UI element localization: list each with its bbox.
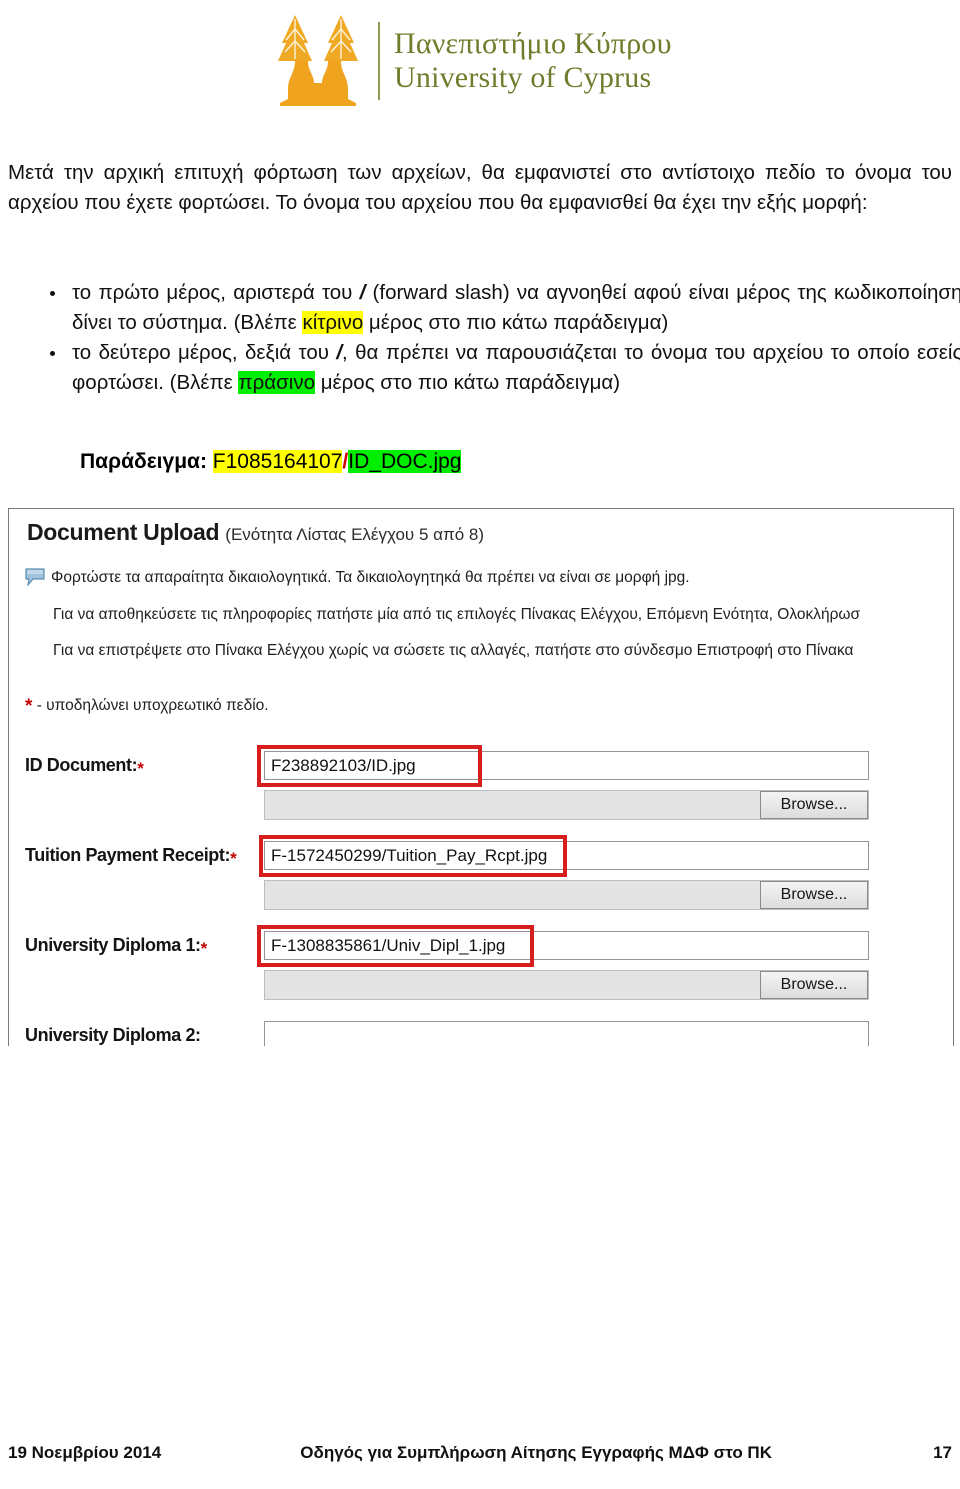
example-code-prefix: F1085164107: [212, 450, 343, 473]
field-label-text: University Diploma 1:: [25, 935, 201, 955]
bullet-0-text-part3: μέρος στο πιο κάτω παράδειγμα): [363, 311, 669, 334]
footer-page-number: 17: [933, 1443, 952, 1462]
list-item: το δεύτερο μέρος, δεξιά του /, θα πρέπει…: [50, 338, 960, 398]
intro-paragraph: Μετά την αρχική επιτυχή φόρτωση των αρχε…: [8, 161, 952, 214]
form-row-university-diploma-2: University Diploma 2:: [9, 1015, 953, 1046]
bullet-1-highlight: πράσινο: [238, 371, 315, 394]
example-code-suffix: ID_DOC.jpg: [348, 450, 462, 473]
field-label-text: ID Document:: [25, 755, 138, 775]
form-row-tuition-payment-receipt: Tuition Payment Receipt:* F-1572450299/T…: [9, 835, 953, 925]
bullet-0-text-part1: το πρώτο μέρος, αριστερά του: [72, 281, 360, 304]
comment-bubble-icon: [25, 568, 45, 586]
university-logo: Πανεπιστήμιο Κύπρου University of Cyprus: [262, 8, 672, 113]
list-item: το πρώτο μέρος, αριστερά του / (forward …: [50, 278, 960, 338]
logo-divider: [378, 21, 380, 100]
footer-date: 19 Νοεμβρίου 2014: [8, 1443, 162, 1462]
tuition-payment-receipt-file-picker[interactable]: Browse...: [264, 880, 869, 910]
id-document-file-picker[interactable]: Browse...: [264, 790, 869, 820]
form-row-university-diploma-1: University Diploma 1:* F-1308835861/Univ…: [9, 925, 953, 1015]
footer-title: Οδηγός για Συμπλήρωση Αίτησης Εγγραφής Μ…: [300, 1443, 772, 1462]
page-footer: 19 Νοεμβρίου 2014 Οδηγός για Συμπλήρωση …: [8, 1443, 952, 1463]
bullet-0-highlight: κίτρινο: [302, 311, 364, 334]
required-legend-text: - υποδηλώνει υποχρεωτικό πεδίο.: [36, 697, 269, 714]
field-required-asterisk: *: [137, 759, 144, 778]
browse-button[interactable]: Browse...: [760, 791, 868, 819]
field-label: ID Document:*: [25, 755, 144, 778]
university-diploma-1-input[interactable]: F-1308835861/Univ_Dipl_1.jpg: [264, 931, 869, 960]
bullet-1-text-part1: το δεύτερο μέρος, δεξιά του: [72, 341, 337, 364]
logo-title-greek: Πανεπιστήμιο Κύπρου: [394, 26, 672, 60]
field-label: University Diploma 1:*: [25, 935, 208, 958]
example-label: Παράδειγμα:: [80, 450, 207, 473]
required-field-legend: * - υποδηλώνει υποχρεωτικό πεδίο.: [25, 696, 269, 717]
bullet-1-text-part3: μέρος στο πιο κάτω παράδειγμα): [315, 371, 621, 394]
filename-format-bullet-list: το πρώτο μέρος, αριστερά του / (forward …: [8, 278, 960, 398]
upload-instruction-line-3: Για να επιστρέψετε στο Πίνακα Ελέγχου χω…: [53, 642, 854, 659]
field-label-text: University Diploma 2:: [25, 1025, 201, 1045]
section-subtitle: (Ενότητα Λίστας Ελέγχου 5 από 8): [225, 525, 484, 544]
university-diploma-2-input[interactable]: [264, 1021, 869, 1046]
example-filename: Παράδειγμα: F1085164107/ID_DOC.jpg: [80, 448, 462, 476]
embedded-application-screenshot: Document Upload (Ενότητα Λίστας Ελέγχου 5…: [8, 508, 954, 1046]
field-label: Tuition Payment Receipt:*: [25, 845, 237, 868]
logo-text: Πανεπιστήμιο Κύπρου University of Cyprus: [394, 27, 672, 94]
field-required-asterisk: *: [230, 849, 237, 868]
tuition-payment-receipt-input[interactable]: F-1572450299/Tuition_Pay_Rcpt.jpg: [264, 841, 869, 870]
browse-button[interactable]: Browse...: [760, 971, 868, 999]
upload-instruction-line-1: Φορτώστε τα απαραίτητα δικαιολογητικά. Τ…: [51, 569, 690, 586]
logo-title-english: University of Cyprus: [394, 60, 652, 94]
field-label: University Diploma 2:: [25, 1025, 201, 1046]
browse-button[interactable]: Browse...: [760, 881, 868, 909]
upload-instruction-line-2: Για να αποθηκεύσετε τις πληροφορίες πατή…: [53, 606, 861, 623]
required-asterisk: *: [25, 696, 33, 717]
form-row-id-document: ID Document:* F238892103/ID.jpg Browse..…: [9, 745, 953, 835]
section-title: Document Upload: [27, 519, 220, 545]
uoc-tree-logo-icon: [278, 14, 358, 106]
university-diploma-1-file-picker[interactable]: Browse...: [264, 970, 869, 1000]
field-label-text: Tuition Payment Receipt:: [25, 845, 231, 865]
field-required-asterisk: *: [200, 939, 208, 958]
id-document-input[interactable]: F238892103/ID.jpg: [264, 751, 869, 780]
section-heading: Document Upload (Ενότητα Λίστας Ελέγχου 5…: [27, 519, 484, 546]
